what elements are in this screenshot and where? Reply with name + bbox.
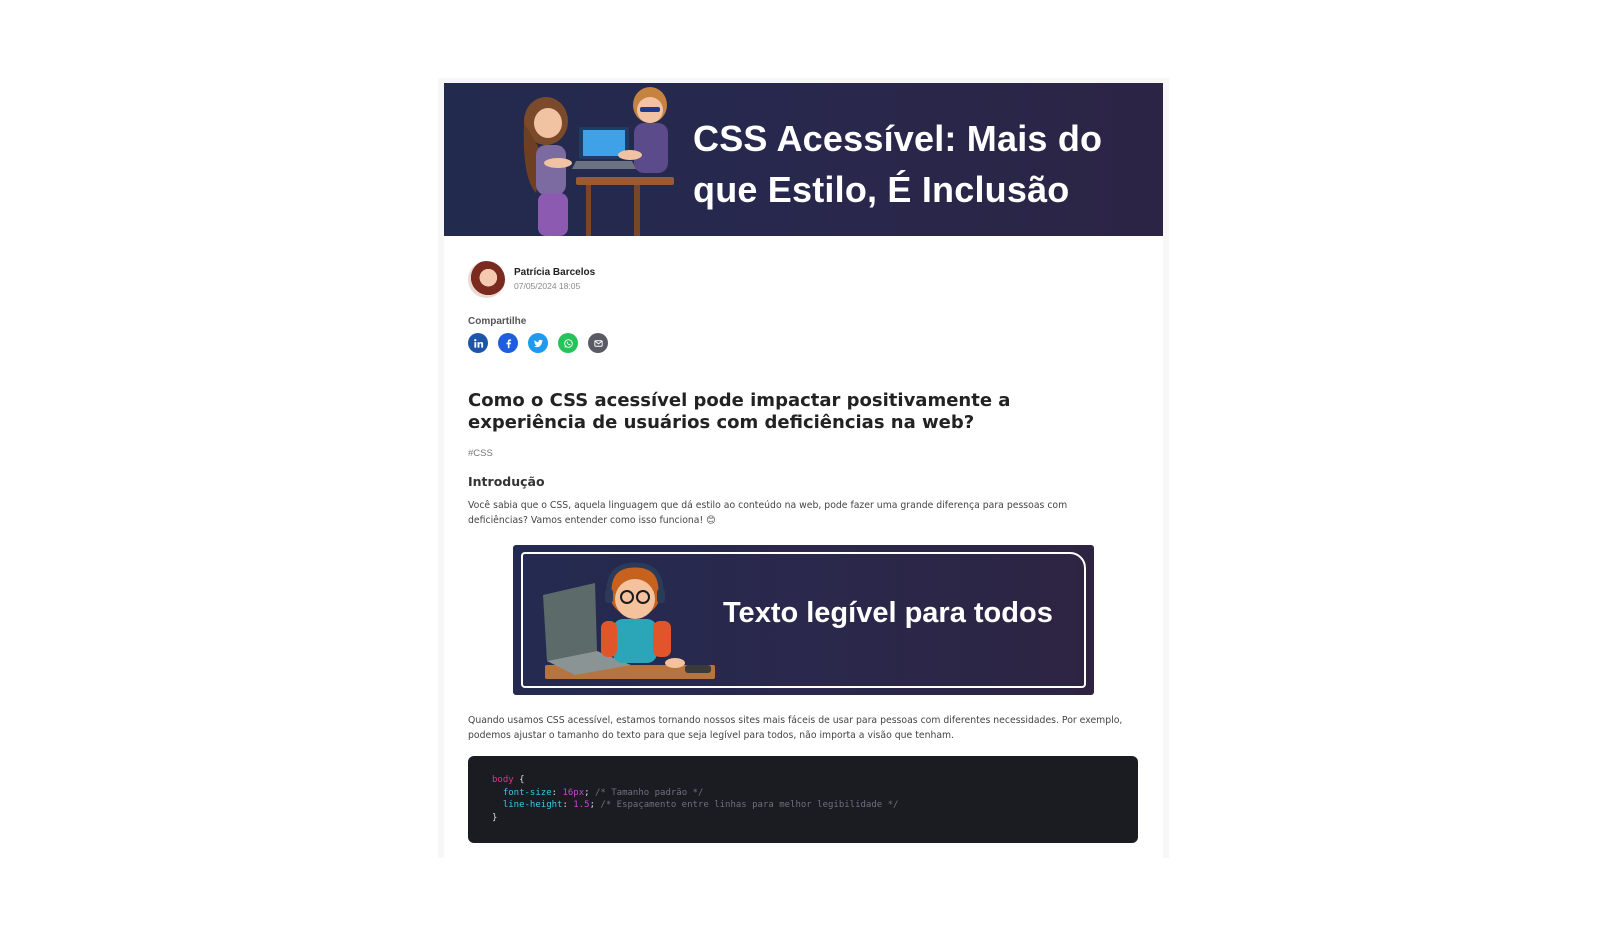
whatsapp-icon [563,338,573,348]
author-name[interactable]: Patrícia Barcelos [514,266,595,279]
body-paragraph: Quando usamos CSS acessível, estamos tor… [468,715,1123,741]
article-card: CSS Acessível: Mais do que Estilo, É Inc… [444,83,1163,858]
code-property: line-height [502,800,563,810]
code-property: font-size [502,787,552,798]
avatar[interactable] [468,261,505,298]
hero-banner: CSS Acessível: Mais do que Estilo, É Inc… [444,83,1163,236]
figure-title: Texto legível para todos [723,597,1053,629]
article-figure: Texto legível para todos [513,545,1094,695]
share-label: Compartilhe [468,316,527,327]
article-headline: Como o CSS acessível pode impactar posit… [468,390,1011,433]
hero-illustration [523,87,674,236]
email-icon [593,339,603,347]
publish-date: 07/05/2024 18:05 [514,281,581,291]
author-meta: Patrícia Barcelos 07/05/2024 18:05 [514,266,595,293]
linkedin-icon [473,338,483,348]
code-value: 1.5 [573,800,590,810]
share-linkedin-button[interactable] [468,333,488,353]
code-line: body { [492,774,1114,787]
code-block[interactable]: body { font-size: 16px; /* Tamanho padrã… [468,756,1138,843]
hashtag-link[interactable]: #CSS [468,448,493,459]
code-line: line-height: 1.5; /* Espaçamento entre l… [502,800,899,810]
code-comment: /* Tamanho padrão */ [595,787,704,798]
share-facebook-button[interactable] [498,333,518,353]
code-line: font-size: 16px; /* Tamanho padrão */ [502,787,704,798]
twitter-icon [533,339,543,347]
share-buttons [468,333,608,353]
section-title: Introdução [468,474,545,489]
share-whatsapp-button[interactable] [558,333,578,353]
share-email-button[interactable] [588,333,608,353]
code-brace: { [513,775,525,785]
code-brace: } [492,812,498,823]
code-line: } [492,812,1114,825]
share-twitter-button[interactable] [528,333,548,353]
code-selector: body [492,775,514,785]
code-value: 16px [562,787,585,798]
intro-paragraph: Você sabia que o CSS, aquela linguagem q… [468,500,1068,526]
code-comment: /* Espaçamento entre linhas para melhor … [600,800,899,810]
hero-title: CSS Acessível: Mais do que Estilo, É Inc… [693,118,1103,210]
author-info: Patrícia Barcelos 07/05/2024 18:05 [468,261,595,298]
facebook-icon [505,338,511,348]
